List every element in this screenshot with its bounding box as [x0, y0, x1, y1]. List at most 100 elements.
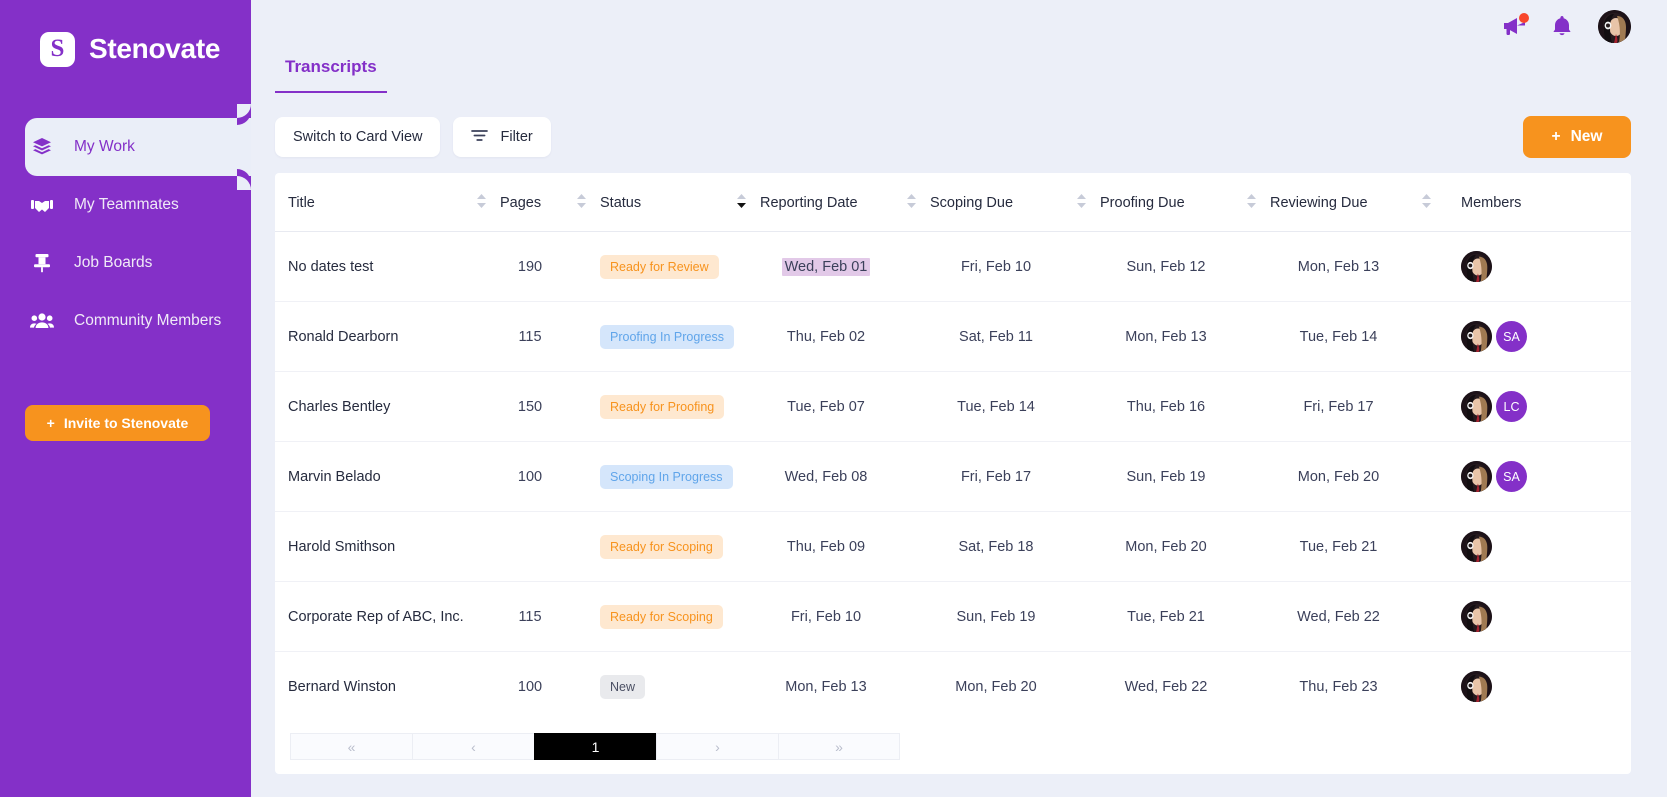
bell-icon[interactable]	[1552, 15, 1572, 37]
cell-scoping-due: Sat, Feb 18	[930, 511, 1100, 582]
sidebar-item-label: My Teammates	[74, 196, 179, 213]
member-avatar[interactable]	[1461, 671, 1492, 702]
column-label: Pages	[500, 195, 542, 211]
status-badge: Proofing In Progress	[600, 324, 734, 349]
sort-icon[interactable]	[577, 194, 586, 212]
pin-icon	[30, 253, 54, 273]
status-badge: New	[600, 674, 646, 699]
transcripts-table-card: Title Pages Status Reporting Date Scopin…	[275, 173, 1631, 774]
cell-scoping-due: Fri, Feb 10	[930, 231, 1100, 302]
table-head: Title Pages Status Reporting Date Scopin…	[275, 173, 1631, 232]
invite-to-stenovate-button[interactable]: + Invite to Stenovate	[25, 405, 210, 441]
column-header-scoping-due[interactable]: Scoping Due	[930, 173, 1100, 232]
sidebar-item-label: My Work	[74, 138, 135, 155]
status-badge: Ready for Scoping	[600, 604, 723, 629]
column-header-title[interactable]: Title	[275, 173, 500, 232]
date-text: Wed, Feb 01	[781, 257, 871, 276]
sort-icon[interactable]	[907, 194, 916, 212]
member-avatar[interactable]	[1461, 531, 1492, 562]
cell-reviewing-due: Tue, Feb 21	[1270, 511, 1445, 582]
cell-scoping-due: Sun, Feb 19	[930, 581, 1100, 652]
date-text: Tue, Feb 07	[787, 398, 865, 415]
column-label: Title	[288, 195, 315, 211]
sort-icon[interactable]	[1247, 194, 1256, 212]
table-row[interactable]: Charles Bentley 150 Ready for Proofing T…	[275, 371, 1631, 442]
member-avatar[interactable]	[1461, 251, 1492, 282]
toolbar: Switch to Card View Filter + New	[251, 93, 1667, 158]
notification-dot	[1519, 13, 1529, 23]
member-avatar[interactable]	[1461, 321, 1492, 352]
status-badge: Ready for Review	[600, 254, 719, 279]
brand-logo-icon: S	[40, 31, 75, 67]
cell-reviewing-due: Tue, Feb 14	[1270, 301, 1445, 372]
table-row[interactable]: No dates test 190 Ready for Review Wed, …	[275, 231, 1631, 302]
cell-proofing-due: Tue, Feb 21	[1100, 581, 1270, 652]
member-avatar[interactable]	[1461, 461, 1492, 492]
avatar[interactable]	[1598, 9, 1631, 43]
cell-title: Corporate Rep of ABC, Inc.	[275, 581, 500, 652]
cell-reviewing-due: Fri, Feb 17	[1270, 371, 1445, 442]
cell-members	[1445, 652, 1631, 722]
cell-title: Charles Bentley	[275, 371, 500, 442]
cell-proofing-due: Mon, Feb 13	[1100, 301, 1270, 372]
plus-icon: +	[1551, 128, 1561, 145]
sidebar-item-community-members[interactable]: Community Members	[0, 292, 251, 350]
sidebar-item-job-boards[interactable]: Job Boards	[0, 234, 251, 292]
pagination-first[interactable]: «	[290, 733, 412, 760]
plus-icon: +	[46, 415, 55, 431]
cell-proofing-due: Sun, Feb 12	[1100, 231, 1270, 302]
cell-reporting-date: Wed, Feb 08	[760, 441, 930, 512]
date-text: Wed, Feb 08	[784, 468, 868, 485]
cell-pages: 115	[500, 581, 600, 652]
date-text: Thu, Feb 09	[786, 538, 866, 555]
pagination-prev[interactable]: ‹	[412, 733, 534, 760]
member-initials-avatar[interactable]: LC	[1496, 391, 1527, 422]
brand: S Stenovate	[0, 0, 251, 78]
sort-icon[interactable]	[1422, 194, 1431, 212]
cell-scoping-due: Tue, Feb 14	[930, 371, 1100, 442]
column-label: Proofing Due	[1100, 195, 1185, 211]
sidebar-item-my-teammates[interactable]: My Teammates	[0, 176, 251, 234]
switch-to-card-view-button[interactable]: Switch to Card View	[275, 117, 441, 157]
cell-reviewing-due: Mon, Feb 13	[1270, 231, 1445, 302]
column-header-reporting-date[interactable]: Reporting Date	[760, 173, 930, 232]
column-header-reviewing-due[interactable]: Reviewing Due	[1270, 173, 1445, 232]
member-initials-avatar[interactable]: SA	[1496, 461, 1527, 492]
column-header-members: Members	[1445, 173, 1631, 232]
table-row[interactable]: Corporate Rep of ABC, Inc. 115 Ready for…	[275, 581, 1631, 652]
member-avatar[interactable]	[1461, 391, 1492, 422]
column-header-proofing-due[interactable]: Proofing Due	[1100, 173, 1270, 232]
cell-reviewing-due: Mon, Feb 20	[1270, 441, 1445, 512]
table-row[interactable]: Harold Smithson Ready for Scoping Thu, F…	[275, 511, 1631, 582]
pagination: « ‹ 1 › »	[275, 721, 1631, 774]
table-row[interactable]: Bernard Winston 100 New Mon, Feb 13 Mon,…	[275, 652, 1631, 722]
column-label: Status	[600, 195, 642, 211]
sort-icon[interactable]	[1077, 194, 1086, 212]
table-row[interactable]: Marvin Belado 100 Scoping In Progress We…	[275, 441, 1631, 512]
member-avatar[interactable]	[1461, 601, 1492, 632]
sidebar-nav: My Work My Teammates Job Boards Communit…	[0, 104, 251, 350]
cell-members	[1445, 511, 1631, 582]
sort-icon[interactable]	[737, 194, 746, 212]
megaphone-icon[interactable]	[1502, 13, 1529, 37]
table-row[interactable]: Ronald Dearborn 115 Proofing In Progress…	[275, 301, 1631, 372]
cell-pages: 100	[517, 678, 543, 695]
pagination-last[interactable]: »	[778, 733, 900, 760]
sidebar-item-my-work[interactable]: My Work	[25, 104, 251, 190]
column-header-status[interactable]: Status	[600, 173, 760, 232]
column-header-pages[interactable]: Pages	[500, 173, 600, 232]
pagination-next[interactable]: ›	[656, 733, 778, 760]
cell-status: Scoping In Progress	[600, 441, 760, 512]
tab-transcripts[interactable]: Transcripts	[275, 57, 387, 93]
new-button[interactable]: + New	[1523, 116, 1631, 158]
layers-icon	[30, 137, 54, 157]
users-icon	[30, 312, 54, 330]
handshake-icon	[30, 196, 54, 214]
column-label: Members	[1461, 195, 1522, 211]
pagination-page-1[interactable]: 1	[534, 733, 656, 760]
cell-status: Ready for Proofing	[600, 371, 760, 442]
sort-icon[interactable]	[477, 194, 486, 212]
member-initials-avatar[interactable]: SA	[1496, 321, 1527, 352]
cell-scoping-due: Mon, Feb 20	[955, 678, 1037, 695]
filter-button[interactable]: Filter	[453, 117, 551, 157]
